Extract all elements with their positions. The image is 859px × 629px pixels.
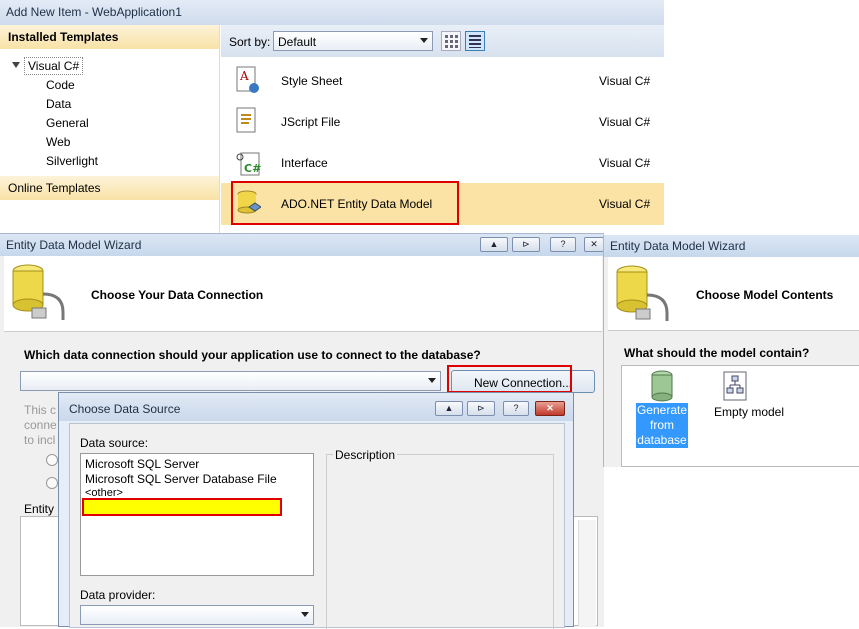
installed-templates-header[interactable]: Installed Templates <box>0 25 219 49</box>
highlighted-list-item[interactable] <box>82 498 282 516</box>
connection-question: Which data connection should your applic… <box>24 348 481 362</box>
choose-data-source-dialog: Choose Data Source ▲ ⊳ ? ✕ Data source: … <box>58 392 574 629</box>
connection-info-text: to incl <box>24 433 56 447</box>
add-new-item-title: Add New Item - WebApplication1 <box>6 5 182 19</box>
list-item[interactable]: Microsoft SQL Server <box>85 457 199 471</box>
sort-dropdown-value: Default <box>278 35 317 49</box>
online-templates-label: Online Templates <box>8 181 101 195</box>
tree-item-silverlight[interactable]: Silverlight <box>46 154 98 168</box>
small-icons-view-button[interactable] <box>441 31 461 51</box>
restore-button[interactable]: ⊳ <box>467 401 495 416</box>
wizard1-heading: Choose Your Data Connection <box>91 288 264 302</box>
sort-toolbar: Sort by: Default <box>221 25 664 57</box>
restore-button[interactable]: ⊳ <box>512 237 540 252</box>
data-source-body: Data source: Microsoft SQL Server Micros… <box>69 423 565 629</box>
tree-item-label: Visual C# <box>28 59 80 73</box>
connection-dropdown[interactable] <box>20 371 441 391</box>
data-source-titlebar: Choose Data Source ▲ ⊳ ? ✕ <box>59 393 573 421</box>
template-row[interactable]: A Style Sheet Visual C# <box>221 61 664 101</box>
vertical-scrollbar[interactable] <box>578 520 596 626</box>
chevron-down-icon <box>428 378 436 383</box>
wizard1-header: Choose Your Data Connection <box>4 256 602 332</box>
tree-item-data[interactable]: Data <box>46 97 71 111</box>
wizard2-titlebar: Entity Data Model Wizard <box>604 235 859 257</box>
database-plug-icon <box>12 264 65 320</box>
connection-info-text: This c <box>24 403 57 417</box>
data-provider-dropdown[interactable] <box>80 605 314 625</box>
option-label: Generate from database <box>636 403 688 448</box>
help-button[interactable]: ? <box>550 237 576 252</box>
sort-dropdown[interactable]: Default <box>273 31 433 51</box>
empty-model-icon <box>723 371 747 401</box>
grid-icon <box>445 35 458 48</box>
template-list-panel: Sort by: Default A Style Sheet Visual C#… <box>221 25 664 233</box>
data-source-label: Data source: <box>80 436 149 450</box>
tree-item-web[interactable]: Web <box>46 135 70 149</box>
data-provider-label: Data provider: <box>80 588 156 602</box>
wizard2-header: Choose Model Contents <box>608 257 859 331</box>
option-empty-model[interactable]: Empty model <box>714 370 794 419</box>
wizard2-heading: Choose Model Contents <box>696 288 834 302</box>
stylesheet-icon: A <box>236 66 259 93</box>
close-button[interactable]: ✕ <box>584 237 604 252</box>
radio-button[interactable] <box>46 454 58 466</box>
add-new-item-dialog: Add New Item - WebApplication1 Installed… <box>0 0 664 233</box>
tree-expand-icon[interactable] <box>12 62 20 68</box>
model-contents-question: What should the model contain? <box>624 346 810 360</box>
database-icon <box>651 370 673 402</box>
model-options-list: Generate from database Empty model <box>621 365 859 467</box>
details-view-button[interactable] <box>465 31 485 51</box>
template-name: Style Sheet <box>281 74 343 88</box>
template-row[interactable]: JScript File Visual C# <box>221 102 664 142</box>
connection-info-text: conne <box>24 418 57 432</box>
interface-icon: C# <box>236 152 261 176</box>
close-button[interactable]: ✕ <box>535 401 565 416</box>
entity-label: Entity <box>24 502 55 516</box>
chevron-down-icon <box>420 38 428 43</box>
tree-item-general[interactable]: General <box>46 116 89 130</box>
template-row[interactable]: C# Interface Visual C# <box>221 143 664 183</box>
description-group: Description <box>326 448 554 629</box>
jscript-file-icon <box>236 107 256 133</box>
svg-text:A: A <box>239 69 249 83</box>
data-source-title: Choose Data Source <box>69 402 181 416</box>
template-language: Visual C# <box>599 156 651 170</box>
highlight-box-new-connection <box>447 365 572 393</box>
template-language: Visual C# <box>599 115 651 129</box>
help-button[interactable]: ? <box>503 401 529 416</box>
tree-item-code[interactable]: Code <box>46 78 75 92</box>
radio-button[interactable] <box>46 477 58 489</box>
installed-templates-label: Installed Templates <box>8 30 119 44</box>
list-item[interactable]: Microsoft SQL Server Database File <box>85 472 277 486</box>
template-tree-panel: Installed Templates Visual C# Code Data … <box>0 25 220 233</box>
template-name: JScript File <box>281 115 341 129</box>
template-language: Visual C# <box>599 197 651 211</box>
chevron-down-icon <box>301 612 309 617</box>
list-icon <box>469 35 481 48</box>
wizard1-titlebar: Entity Data Model Wizard ▲ ⊳ ? ✕ <box>0 234 604 256</box>
template-language: Visual C# <box>599 74 651 88</box>
minimize-button[interactable]: ▲ <box>480 237 508 252</box>
option-label: Empty model <box>714 405 785 419</box>
option-generate-from-database[interactable]: Generate from database <box>636 370 688 448</box>
tree-item-visual-csharp[interactable]: Visual C# <box>24 57 84 75</box>
online-templates-header[interactable]: Online Templates <box>0 176 219 200</box>
data-source-listbox[interactable]: Microsoft SQL Server Microsoft SQL Serve… <box>80 453 314 576</box>
description-label: Description <box>333 448 398 462</box>
wizard1-title: Entity Data Model Wizard <box>6 238 142 252</box>
sort-label: Sort by: <box>229 35 271 49</box>
highlight-box-entity-model <box>231 181 459 225</box>
template-name: Interface <box>281 156 328 170</box>
add-new-item-titlebar: Add New Item - WebApplication1 <box>0 0 664 25</box>
database-plug-icon <box>616 265 669 321</box>
entity-wizard-model: Entity Data Model Wizard Choose Model Co… <box>603 235 859 467</box>
svg-text:C#: C# <box>244 162 261 175</box>
wizard2-title: Entity Data Model Wizard <box>610 239 746 253</box>
minimize-button[interactable]: ▲ <box>435 401 463 416</box>
